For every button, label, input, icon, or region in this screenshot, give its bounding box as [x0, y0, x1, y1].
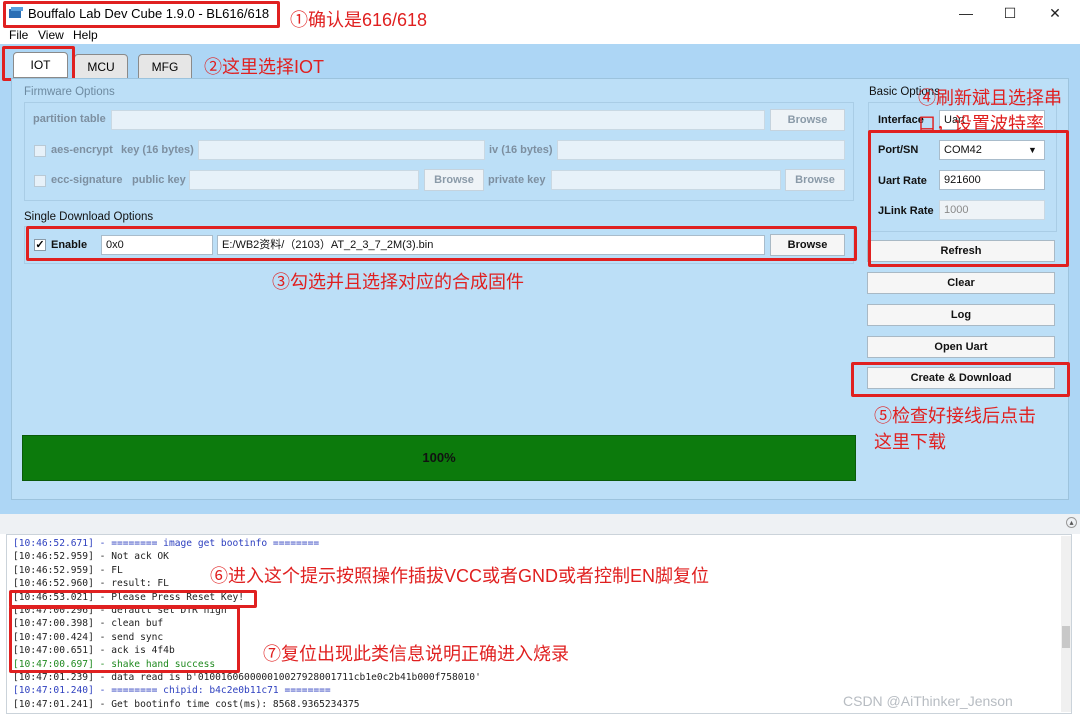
annotation-4-line2: 口，设置波特率 [918, 114, 1044, 134]
private-key-field[interactable] [551, 170, 781, 190]
iv-label: iv (16 bytes) [489, 144, 553, 156]
log-line: [10:47:01.239] - data read is b'01001606… [13, 672, 481, 683]
minimize-button[interactable]: — [952, 4, 980, 22]
partition-table-field[interactable] [111, 110, 765, 130]
public-key-browse-button[interactable]: Browse [424, 169, 484, 191]
log-line: [10:46:52.959] - Not ack OK [13, 551, 169, 563]
key-field[interactable] [198, 140, 485, 160]
annotation-box-port [868, 130, 1069, 267]
log-line: [10:47:01.241] - Get bootinfo time cost(… [13, 698, 360, 710]
progress-bar: 100% [22, 435, 856, 481]
aes-encrypt-label: aes-encrypt [51, 144, 113, 156]
private-key-browse-button[interactable]: Browse [785, 169, 845, 191]
progress-label: 100% [422, 450, 456, 465]
annotation-7: ⑦复位出现此类信息说明正确进入烧录 [263, 644, 569, 664]
log-line: [10:46:52.671] - ======== image get boot… [13, 538, 320, 549]
log-button[interactable]: Log [867, 304, 1055, 326]
maximize-button[interactable]: ☐ [996, 4, 1024, 22]
scroll-up-icon[interactable]: ▴ [1066, 517, 1077, 528]
splitter[interactable]: ▴ [0, 514, 1080, 534]
aes-encrypt-checkbox[interactable] [34, 145, 46, 157]
public-key-field[interactable] [189, 170, 419, 190]
clear-button[interactable]: Clear [867, 272, 1055, 294]
interface-label: Interface [878, 114, 924, 126]
annotation-4-line1: ④刷新斌且选择串 [918, 88, 1062, 108]
private-key-label: private key [488, 174, 546, 186]
log-line: [10:47:01.240] - ======== chipid: b4c2e0… [13, 685, 331, 697]
partition-browse-button[interactable]: Browse [770, 109, 845, 131]
annotation-box-tab [2, 46, 75, 81]
annotation-5-line1: ⑤检查好接线后点击 [874, 406, 1036, 426]
public-key-label: public key [132, 174, 186, 186]
open-uart-button[interactable]: Open Uart [867, 336, 1055, 358]
single-download-label: Single Download Options [24, 211, 154, 223]
annotation-6: ⑥进入这个提示按照操作插拔VCC或者GND或者控制EN脚复位 [210, 566, 710, 586]
annotation-5-line2: 这里下载 [874, 432, 946, 452]
firmware-options-label: Firmware Options [24, 86, 115, 98]
menu-help[interactable]: Help [73, 28, 98, 42]
log-line: [10:46:52.959] - FL [13, 564, 123, 576]
iv-field[interactable] [557, 140, 845, 160]
menu-bar: File View Help [0, 28, 1080, 44]
ecc-signature-checkbox[interactable] [34, 175, 46, 187]
menu-view[interactable]: View [38, 28, 64, 42]
key-label: key (16 bytes) [121, 144, 194, 156]
annotation-box-single [26, 226, 857, 261]
watermark: CSDN @AiThinker_Jenson [843, 693, 1013, 709]
annotation-3: ③勾选并且选择对应的合成固件 [272, 272, 524, 292]
annotation-box-download [851, 362, 1070, 397]
log-line: [10:46:52.960] - result: FL [13, 578, 169, 590]
annotation-box-title [3, 1, 280, 28]
log-scrollbar[interactable] [1061, 536, 1071, 712]
ecc-signature-label: ecc-signature [51, 174, 123, 186]
menu-file[interactable]: File [9, 28, 28, 42]
tab-mcu[interactable]: MCU [74, 54, 128, 80]
partition-table-label: partition table [33, 113, 106, 125]
annotation-box-handshake [9, 606, 240, 673]
scrollbar-thumb[interactable] [1062, 626, 1070, 648]
annotation-2: ②这里选择IOT [204, 57, 324, 77]
tab-mfg[interactable]: MFG [138, 54, 192, 80]
close-button[interactable]: ✕ [1041, 4, 1069, 22]
